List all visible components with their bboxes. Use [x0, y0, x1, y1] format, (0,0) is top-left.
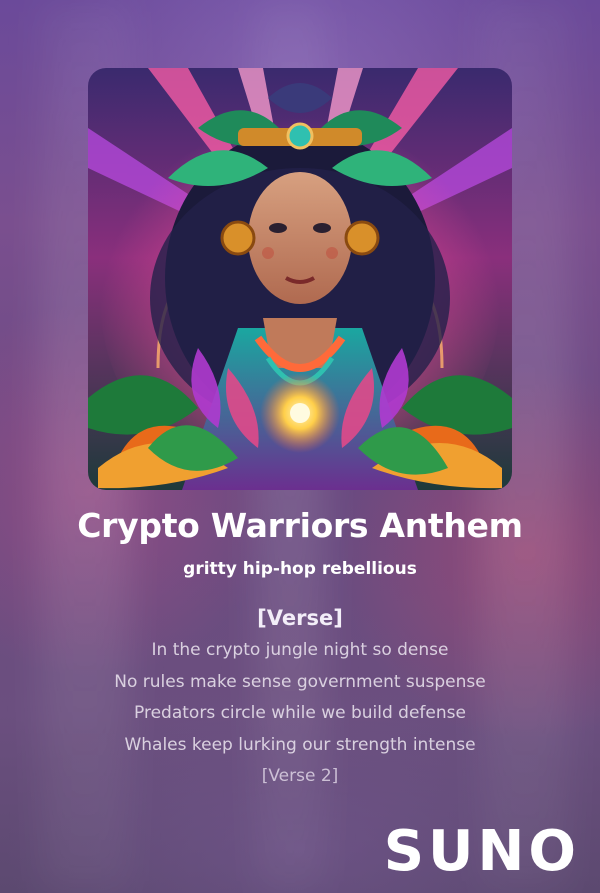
- lyrics-panel: [Verse] In the crypto jungle night so de…: [0, 601, 600, 792]
- next-section-label: [Verse 2]: [261, 766, 339, 786]
- lyric-line: In the crypto jungle night so dense: [151, 640, 449, 660]
- album-cover-image: [88, 68, 512, 490]
- lyric-line: Predators circle while we build defense: [134, 703, 466, 723]
- lyric-line: No rules make sense government suspense: [114, 671, 486, 692]
- cover-art-illustration: [88, 68, 512, 490]
- song-style-tags: gritty hip-hop rebellious: [183, 559, 417, 579]
- lyric-line: Whales keep lurking our strength intense: [124, 734, 476, 755]
- lyrics-section-label: [Verse]: [257, 606, 343, 630]
- suno-logo: SUNO: [383, 819, 580, 884]
- song-title: Crypto Warriors Anthem: [77, 506, 523, 545]
